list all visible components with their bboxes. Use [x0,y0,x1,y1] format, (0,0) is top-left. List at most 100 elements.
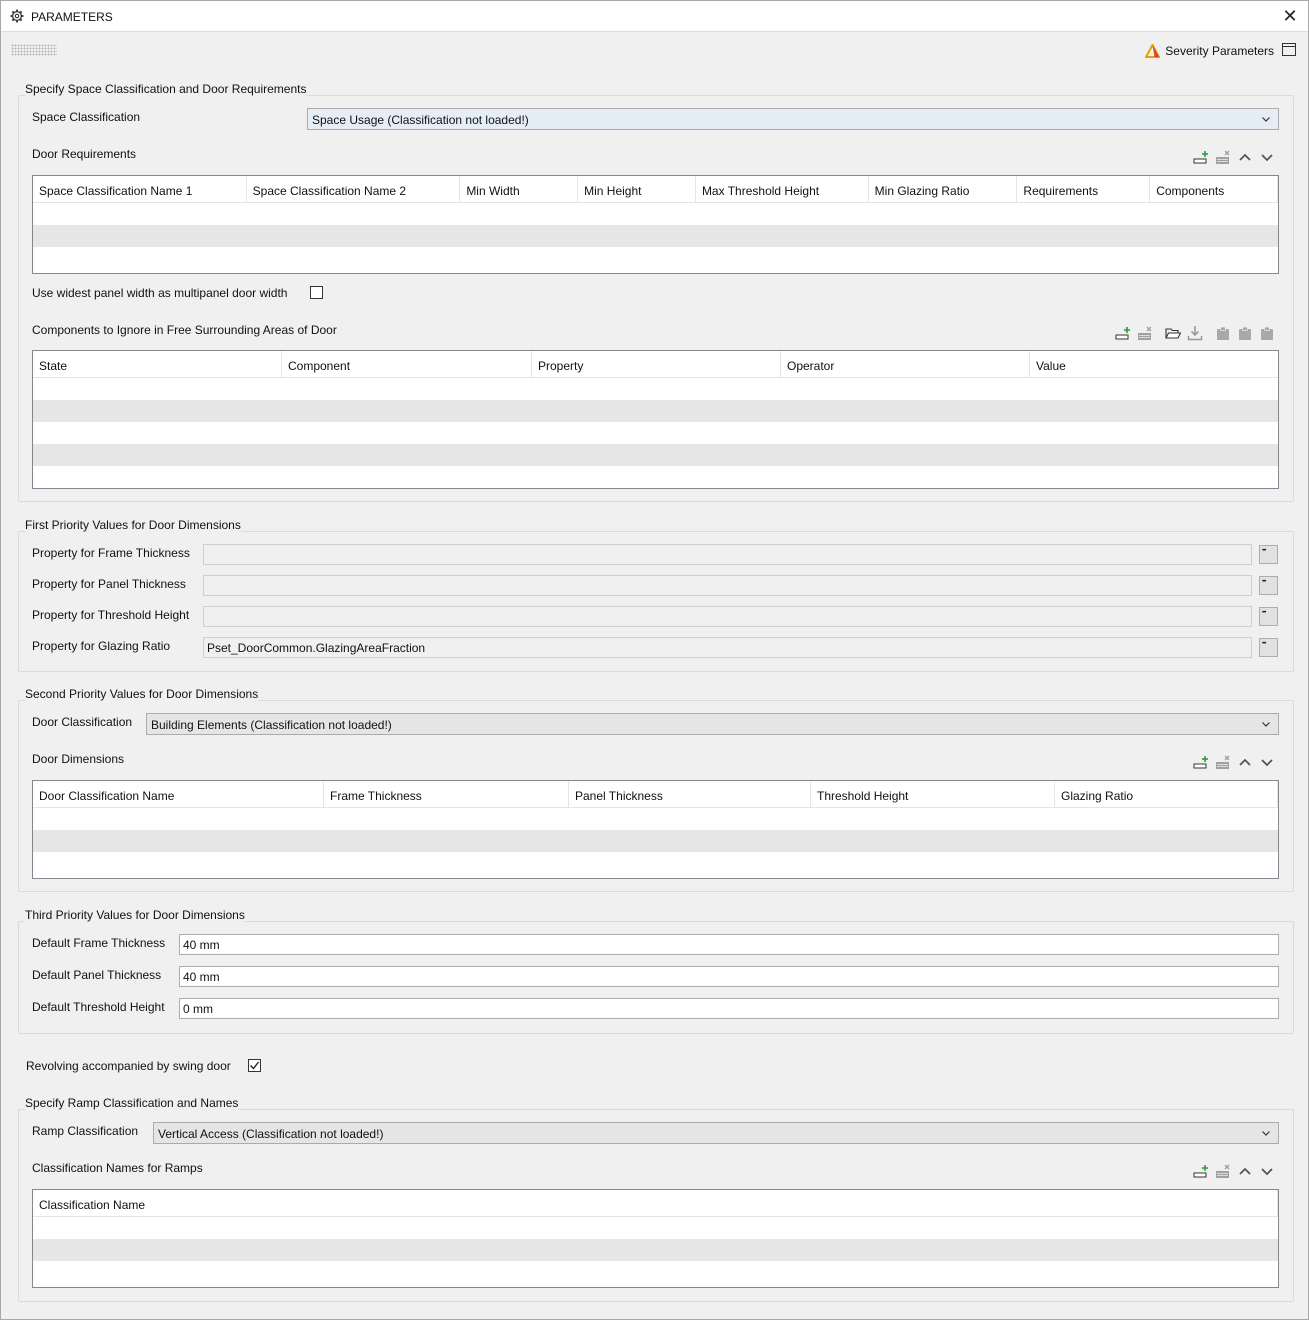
column-header[interactable]: Min Width [460,176,579,203]
default-frame-thickness-field[interactable]: 40 mm [179,934,1279,955]
components-ignore-table[interactable]: State Component Property Operator Value [32,350,1279,489]
clipboard-icon[interactable] [1259,325,1275,341]
column-header[interactable]: Requirements [1017,176,1151,203]
column-header[interactable]: Space Classification Name 2 [247,176,461,203]
table-row[interactable] [33,466,1278,488]
maximize-icon[interactable] [1282,43,1296,56]
table-row[interactable] [33,225,1278,247]
glazing-ratio-property-label: Property for Glazing Ratio [32,639,171,653]
widest-panel-checkbox[interactable] [310,286,323,299]
parameters-window: PARAMETERS ✕ Severity Parameters Specify… [0,0,1309,1320]
move-up-icon[interactable] [1237,754,1253,770]
table-row[interactable] [33,1217,1278,1239]
table-row[interactable] [33,247,1278,269]
column-header[interactable]: Max Threshold Height [696,176,869,203]
add-row-icon[interactable] [1193,1163,1209,1179]
table-row[interactable] [33,203,1278,225]
ramp-names-toolbar [1187,1163,1275,1179]
components-ignore-label: Components to Ignore in Free Surrounding… [32,323,337,337]
table-row[interactable] [33,830,1278,852]
remove-row-icon[interactable] [1215,149,1231,165]
import-icon[interactable] [1187,325,1203,341]
drag-grip-icon[interactable] [11,44,57,56]
door-dimensions-toolbar [1187,754,1275,770]
second-priority-group-title: Second Priority Values for Door Dimensio… [25,687,259,701]
browse-button[interactable] [1259,638,1278,657]
clipboard-icon[interactable] [1237,325,1253,341]
door-requirements-table[interactable]: Space Classification Name 1 Space Classi… [32,175,1279,274]
column-header[interactable]: Value [1030,351,1278,378]
column-header[interactable]: Threshold Height [811,781,1055,808]
revolving-swing-door-label: Revolving accompanied by swing door [26,1059,231,1073]
column-header[interactable]: Classification Name [33,1190,1278,1217]
move-down-icon[interactable] [1259,754,1275,770]
panel-thickness-property-label: Property for Panel Thickness [32,577,186,591]
title-bar: PARAMETERS ✕ [1,1,1308,32]
add-row-icon[interactable] [1193,149,1209,165]
move-up-icon[interactable] [1237,149,1253,165]
open-folder-icon[interactable] [1165,325,1181,341]
default-threshold-height-field[interactable]: 0 mm [179,998,1279,1019]
table-row[interactable] [33,444,1278,466]
table-row[interactable] [33,1261,1278,1283]
window-title: PARAMETERS [31,10,113,24]
default-frame-thickness-label: Default Frame Thickness [32,936,166,950]
column-header[interactable]: Glazing Ratio [1055,781,1278,808]
door-dimensions-label: Door Dimensions [32,752,125,766]
panel-thickness-property-field[interactable] [203,575,1252,596]
add-row-icon[interactable] [1115,325,1131,341]
move-down-icon[interactable] [1259,149,1275,165]
space-classification-select[interactable]: Space Usage (Classification not loaded!) [307,108,1279,130]
table-row[interactable] [33,422,1278,444]
threshold-height-property-field[interactable] [203,606,1252,627]
column-header[interactable]: Component [282,351,532,378]
add-row-icon[interactable] [1193,754,1209,770]
browse-button[interactable] [1259,576,1278,595]
widest-panel-label: Use widest panel width as multipanel doo… [32,286,288,300]
column-header[interactable]: Min Glazing Ratio [869,176,1018,203]
move-down-icon[interactable] [1259,1163,1275,1179]
ramp-names-table[interactable]: Classification Name [32,1189,1279,1288]
column-header[interactable]: Operator [781,351,1030,378]
column-header[interactable]: Frame Thickness [324,781,569,808]
table-row[interactable] [33,400,1278,422]
door-dimensions-table[interactable]: Door Classification Name Frame Thickness… [32,780,1279,879]
close-button[interactable]: ✕ [1282,7,1298,25]
chevron-down-icon [1262,722,1270,727]
warning-triangle-icon [1145,44,1161,58]
table-row[interactable] [33,1239,1278,1261]
remove-row-icon[interactable] [1215,754,1231,770]
door-requirements-toolbar [1187,149,1275,165]
column-header[interactable]: Min Height [578,176,696,203]
table-row[interactable] [33,808,1278,830]
column-header[interactable]: Components [1150,176,1278,203]
door-classification-label: Door Classification [32,715,133,729]
column-header[interactable]: Panel Thickness [569,781,811,808]
table-header: State Component Property Operator Value [33,351,1278,378]
table-row[interactable] [33,378,1278,400]
gear-icon [10,9,24,23]
column-header[interactable]: Property [532,351,781,378]
browse-button[interactable] [1259,607,1278,626]
severity-parameters-button[interactable]: Severity Parameters [1145,43,1274,59]
ramp-classification-select[interactable]: Vertical Access (Classification not load… [153,1122,1279,1144]
move-up-icon[interactable] [1237,1163,1253,1179]
ramp-names-label: Classification Names for Ramps [32,1161,203,1175]
default-panel-thickness-field[interactable]: 40 mm [179,966,1279,987]
remove-row-icon[interactable] [1137,325,1153,341]
frame-thickness-property-label: Property for Frame Thickness [32,546,190,560]
glazing-ratio-property-field[interactable]: Pset_DoorCommon.GlazingAreaFraction [203,637,1252,658]
revolving-swing-door-checkbox[interactable] [248,1059,261,1072]
table-header: Door Classification Name Frame Thickness… [33,781,1278,808]
clipboard-icon[interactable] [1215,325,1231,341]
table-row[interactable] [33,852,1278,874]
frame-thickness-property-field[interactable] [203,544,1252,565]
door-requirements-label: Door Requirements [32,147,137,161]
door-classification-select[interactable]: Building Elements (Classification not lo… [146,713,1279,735]
browse-button[interactable] [1259,545,1278,564]
checkmark-icon [250,1061,260,1070]
column-header[interactable]: Door Classification Name [33,781,324,808]
column-header[interactable]: Space Classification Name 1 [33,176,247,203]
remove-row-icon[interactable] [1215,1163,1231,1179]
column-header[interactable]: State [33,351,282,378]
